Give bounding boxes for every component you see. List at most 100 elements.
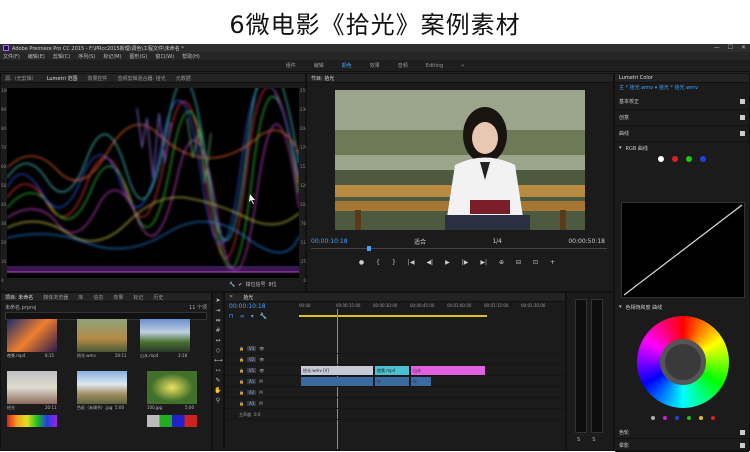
thumbnail[interactable] bbox=[7, 319, 57, 352]
workspace-tab[interactable]: 组件 bbox=[286, 62, 296, 69]
project-tab[interactable]: 信息 bbox=[93, 294, 103, 301]
hue-dot[interactable] bbox=[675, 416, 679, 420]
hue-dot[interactable] bbox=[711, 416, 715, 420]
transport-button[interactable]: ⊟ bbox=[516, 259, 521, 266]
thumbnail[interactable] bbox=[7, 415, 57, 427]
master-value[interactable]: 0.0 bbox=[254, 412, 260, 417]
lumetri-section-row[interactable]: 曲线 bbox=[615, 126, 749, 142]
minimize-icon[interactable]: — bbox=[714, 44, 720, 51]
lumetri-section-row[interactable]: 晕影 bbox=[615, 439, 749, 452]
source-tab[interactable]: 音频剪辑混合器: 拾光 bbox=[118, 75, 166, 82]
program-playhead[interactable] bbox=[367, 246, 371, 251]
track-lock-icon[interactable]: 🔒 bbox=[239, 401, 244, 406]
audio-clip[interactable] bbox=[301, 377, 373, 386]
thumbnail[interactable] bbox=[77, 371, 127, 404]
settings-wrench-icon[interactable]: 🔧 bbox=[260, 313, 267, 320]
marker-icon[interactable]: ▾ bbox=[251, 313, 254, 320]
hue-dot[interactable] bbox=[651, 416, 655, 420]
thumbnail[interactable] bbox=[147, 415, 197, 427]
track-lock-icon[interactable]: 🔒 bbox=[239, 346, 244, 351]
close-icon[interactable]: ✕ bbox=[229, 294, 233, 300]
menu-item[interactable]: 窗口(W) bbox=[155, 53, 174, 60]
rgb-curve-graph[interactable] bbox=[621, 202, 745, 298]
hand-tool-icon[interactable]: ✋ bbox=[214, 387, 222, 395]
hue-dot[interactable] bbox=[663, 416, 667, 420]
linked-selection-icon[interactable]: ∞ bbox=[240, 313, 245, 320]
channel-dot[interactable] bbox=[700, 156, 706, 162]
menu-item[interactable]: 标记(M) bbox=[103, 53, 121, 60]
slip-tool-icon[interactable]: ⟷ bbox=[214, 357, 223, 365]
zoom-tool-icon[interactable]: ⚲ bbox=[214, 397, 222, 405]
workspace-tab[interactable]: 颜色 bbox=[342, 62, 352, 69]
source-tab[interactable]: 元数据 bbox=[176, 75, 191, 82]
project-tab[interactable]: 项目: 未命名 bbox=[5, 294, 33, 301]
tab-lumetri-color[interactable]: Lumetri Color bbox=[619, 75, 653, 81]
track-label[interactable]: A3 bbox=[246, 401, 257, 406]
menu-item[interactable]: 编辑(E) bbox=[28, 53, 45, 60]
track-toggle-icon[interactable]: M bbox=[259, 390, 262, 395]
section-enabled-checkbox[interactable] bbox=[740, 131, 745, 136]
menu-item[interactable]: 文件(F) bbox=[3, 53, 20, 60]
track-label[interactable]: V2 bbox=[246, 357, 257, 362]
project-tab[interactable]: 效果 bbox=[113, 294, 123, 301]
project-tab[interactable]: 标记 bbox=[133, 294, 143, 301]
track-toggle-icon[interactable]: 👁 bbox=[259, 346, 264, 351]
channel-dot[interactable] bbox=[686, 156, 692, 162]
track-toggle-icon[interactable]: M bbox=[259, 379, 262, 384]
source-tab[interactable]: Lumetri 范围 bbox=[47, 75, 78, 82]
track-label[interactable]: V3 bbox=[246, 346, 257, 351]
lumetri-section-row[interactable]: 创意 bbox=[615, 110, 749, 126]
fit-select[interactable]: 适合 bbox=[414, 237, 426, 246]
section-enabled-checkbox[interactable] bbox=[740, 115, 745, 120]
maximize-icon[interactable]: ☐ bbox=[728, 44, 733, 51]
wrench-icon[interactable]: 🔧 bbox=[229, 282, 235, 288]
thumbnail[interactable] bbox=[7, 371, 57, 404]
audio-clip[interactable]: fx bbox=[375, 377, 409, 386]
rolling-edit-tool-icon[interactable]: # bbox=[214, 327, 222, 335]
program-scrubber[interactable] bbox=[311, 248, 607, 252]
track-lock-icon[interactable]: 🔒 bbox=[239, 390, 244, 395]
track-toggle-icon[interactable]: 👁 bbox=[259, 368, 264, 373]
transport-button[interactable]: } bbox=[392, 259, 396, 266]
transport-button[interactable]: ▶| bbox=[480, 259, 487, 266]
track-toggle-icon[interactable]: 👁 bbox=[259, 357, 264, 362]
track-lock-icon[interactable]: 🔒 bbox=[239, 357, 244, 362]
razor-tool-icon[interactable]: ◇ bbox=[214, 347, 222, 355]
rate-stretch-tool-icon[interactable]: ↔ bbox=[214, 337, 222, 345]
timeline-ruler[interactable]: 00:00 00:00:15:00 00:00:30:00 00:00:45:00 00… bbox=[299, 303, 565, 313]
program-timecode[interactable]: 00:00:10:18 bbox=[311, 238, 348, 245]
track-lock-icon[interactable]: 🔒 bbox=[239, 379, 244, 384]
track-toggle-icon[interactable]: M bbox=[259, 401, 262, 406]
clamp-checkbox[interactable]: ✔ bbox=[238, 282, 242, 288]
track-select-tool-icon[interactable]: ⇥ bbox=[214, 307, 222, 315]
tab-program[interactable]: 节目: 拾光 bbox=[311, 75, 334, 82]
menu-item[interactable]: 序列(S) bbox=[78, 53, 95, 60]
quality-select[interactable]: 1/4 bbox=[492, 238, 502, 245]
hue-saturation-wheel[interactable] bbox=[637, 316, 729, 408]
source-tab[interactable]: 源:（无剪辑） bbox=[5, 75, 37, 82]
video-clip[interactable]: 夜景.mp4 bbox=[375, 366, 409, 375]
snap-icon[interactable]: ⊓ bbox=[229, 313, 234, 320]
tab-sequence[interactable]: 拾光 bbox=[243, 294, 253, 301]
workspace-tab[interactable]: 编辑 bbox=[314, 62, 324, 69]
thumbnail[interactable] bbox=[147, 371, 197, 404]
transport-button[interactable]: ◀| bbox=[426, 259, 433, 266]
workspace-tab[interactable]: 音频 bbox=[398, 62, 408, 69]
channel-dot[interactable] bbox=[672, 156, 678, 162]
transport-button[interactable]: ⊕ bbox=[499, 259, 504, 266]
project-tab[interactable]: 媒体浏览器 bbox=[43, 294, 68, 301]
thumbnail[interactable] bbox=[77, 319, 127, 352]
track-label[interactable]: A2 bbox=[246, 390, 257, 395]
hue-dot[interactable] bbox=[687, 416, 691, 420]
video-clip[interactable]: 拾光.wmv [V] bbox=[301, 366, 373, 375]
close-window-icon[interactable]: ✕ bbox=[741, 44, 746, 51]
video-clip[interactable]: 山水 bbox=[411, 366, 485, 375]
hue-curve-header[interactable]: ▾ 色相饱和度 曲线 bbox=[619, 304, 662, 311]
track-label[interactable]: A1 bbox=[246, 379, 257, 384]
transport-button[interactable]: ▶ bbox=[445, 259, 450, 266]
selection-tool-icon[interactable]: ➤ bbox=[214, 297, 222, 305]
clip-path[interactable]: 主 * 拾光.wmv ▾ 拾光 * 拾光.wmv bbox=[615, 83, 749, 94]
thumbnail[interactable] bbox=[140, 319, 190, 352]
transport-button[interactable]: { bbox=[376, 259, 380, 266]
track-label[interactable]: V1 bbox=[246, 368, 257, 373]
